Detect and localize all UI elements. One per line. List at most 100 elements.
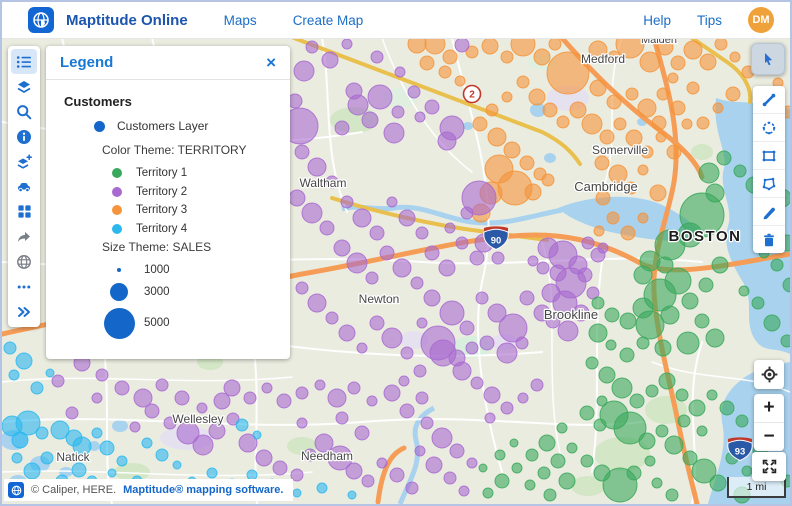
customer-bubble[interactable] bbox=[401, 347, 413, 359]
customer-bubble[interactable] bbox=[12, 453, 22, 463]
customer-bubble[interactable] bbox=[637, 337, 649, 349]
customer-bubble[interactable] bbox=[430, 340, 456, 366]
customer-bubble[interactable] bbox=[667, 145, 681, 159]
customer-bubble[interactable] bbox=[655, 340, 671, 356]
customer-bubble[interactable] bbox=[52, 375, 64, 387]
pointer-tool-button[interactable] bbox=[751, 43, 785, 75]
customer-bubble[interactable] bbox=[417, 318, 427, 328]
customer-bubble[interactable] bbox=[24, 463, 40, 479]
customer-bubble[interactable] bbox=[581, 455, 593, 467]
nav-maps[interactable]: Maps bbox=[224, 13, 257, 28]
draw-circle-tool[interactable] bbox=[753, 114, 785, 142]
customer-bubble[interactable] bbox=[370, 316, 384, 330]
legend-layer-row[interactable]: Customers Layer bbox=[94, 119, 290, 133]
customer-bubble[interactable] bbox=[393, 259, 411, 277]
customer-bubble[interactable] bbox=[720, 401, 734, 415]
customer-bubble[interactable] bbox=[620, 313, 636, 329]
customer-bubble[interactable] bbox=[273, 461, 287, 475]
customer-bubble[interactable] bbox=[710, 475, 726, 491]
customer-bubble[interactable] bbox=[308, 158, 326, 176]
customer-bubble[interactable] bbox=[594, 226, 604, 236]
customer-bubble[interactable] bbox=[453, 362, 471, 380]
customer-bubble[interactable] bbox=[620, 348, 634, 362]
sidebar-item-routing[interactable] bbox=[8, 174, 40, 199]
customer-bubble[interactable] bbox=[142, 438, 152, 448]
sidebar-item-web[interactable] bbox=[8, 249, 40, 274]
customer-bubble[interactable] bbox=[607, 95, 621, 109]
customer-bubble[interactable] bbox=[599, 367, 615, 383]
fullscreen-button[interactable] bbox=[752, 452, 786, 481]
customer-bubble[interactable] bbox=[697, 117, 709, 129]
customer-bubble[interactable] bbox=[559, 473, 575, 489]
customer-bubble[interactable] bbox=[595, 156, 609, 170]
customer-bubble[interactable] bbox=[512, 463, 522, 473]
customer-bubble[interactable] bbox=[676, 389, 688, 401]
customer-bubble[interactable] bbox=[483, 488, 493, 498]
customer-bubble[interactable] bbox=[470, 251, 484, 265]
customer-bubble[interactable] bbox=[652, 478, 662, 488]
locate-me-button[interactable] bbox=[754, 360, 784, 389]
customer-bubble[interactable] bbox=[605, 308, 619, 322]
customer-bubble[interactable] bbox=[366, 272, 378, 284]
customer-bubble[interactable] bbox=[117, 456, 127, 466]
customer-bubble[interactable] bbox=[66, 407, 78, 419]
customer-bubble[interactable] bbox=[594, 465, 610, 481]
customer-bubble[interactable] bbox=[295, 145, 309, 159]
customer-bubble[interactable] bbox=[712, 257, 728, 273]
customer-bubble[interactable] bbox=[377, 458, 387, 468]
customer-bubble[interactable] bbox=[668, 73, 678, 83]
customer-bubble[interactable] bbox=[440, 301, 464, 325]
customer-bubble[interactable] bbox=[9, 370, 19, 380]
user-avatar[interactable]: DM bbox=[748, 7, 774, 33]
customer-bubble[interactable] bbox=[384, 385, 400, 401]
customer-bubble[interactable] bbox=[578, 268, 592, 282]
customer-bubble[interactable] bbox=[416, 227, 428, 239]
customer-bubble[interactable] bbox=[306, 41, 318, 53]
customer-bubble[interactable] bbox=[156, 379, 168, 391]
customer-bubble[interactable] bbox=[525, 184, 541, 200]
customer-bubble[interactable] bbox=[665, 436, 683, 454]
customer-bubble[interactable] bbox=[315, 380, 325, 390]
customer-bubble[interactable] bbox=[293, 489, 301, 497]
customer-bubble[interactable] bbox=[294, 61, 314, 81]
zoom-out-button[interactable]: − bbox=[754, 423, 784, 451]
customer-bubble[interactable] bbox=[682, 119, 692, 129]
customer-bubble[interactable] bbox=[684, 41, 702, 59]
customer-bubble[interactable] bbox=[589, 324, 607, 342]
customer-bubble[interactable] bbox=[256, 450, 272, 466]
draw-rectangle-tool[interactable] bbox=[753, 142, 785, 170]
customer-bubble[interactable] bbox=[173, 461, 181, 469]
sidebar-item-info[interactable] bbox=[8, 124, 40, 149]
customer-bubble[interactable] bbox=[432, 428, 452, 448]
customer-bubble[interactable] bbox=[549, 38, 561, 50]
sidebar-item-search[interactable] bbox=[8, 99, 40, 124]
customer-bubble[interactable] bbox=[214, 393, 230, 409]
measure-line-tool[interactable] bbox=[753, 86, 785, 114]
customer-bubble[interactable] bbox=[471, 377, 483, 389]
customer-bubble[interactable] bbox=[682, 293, 698, 309]
customer-bubble[interactable] bbox=[626, 88, 638, 100]
customer-bubble[interactable] bbox=[41, 452, 53, 464]
customer-bubble[interactable] bbox=[335, 121, 349, 135]
customer-bubble[interactable] bbox=[502, 92, 512, 102]
delete-drawing-tool[interactable] bbox=[753, 226, 785, 253]
customer-bubble[interactable] bbox=[606, 340, 616, 350]
customer-bubble[interactable] bbox=[334, 240, 350, 256]
customer-bubble[interactable] bbox=[497, 343, 517, 363]
customer-bubble[interactable] bbox=[16, 353, 32, 369]
customer-bubble[interactable] bbox=[443, 50, 457, 64]
customer-bubble[interactable] bbox=[570, 102, 586, 118]
customer-bubble[interactable] bbox=[72, 463, 86, 477]
maptitude-link[interactable]: Maptitude® mapping software. bbox=[123, 484, 283, 496]
customer-bubble[interactable] bbox=[370, 226, 384, 240]
customer-bubble[interactable] bbox=[421, 417, 433, 429]
customer-bubble[interactable] bbox=[659, 373, 675, 389]
customer-bubble[interactable] bbox=[297, 418, 307, 428]
customer-bubble[interactable] bbox=[384, 123, 404, 143]
customer-bubble[interactable] bbox=[614, 118, 626, 130]
customer-bubble[interactable] bbox=[342, 39, 352, 49]
customer-bubble[interactable] bbox=[156, 449, 168, 461]
customer-bubble[interactable] bbox=[586, 357, 598, 369]
customer-bubble[interactable] bbox=[462, 181, 496, 215]
customer-bubble[interactable] bbox=[289, 190, 305, 206]
